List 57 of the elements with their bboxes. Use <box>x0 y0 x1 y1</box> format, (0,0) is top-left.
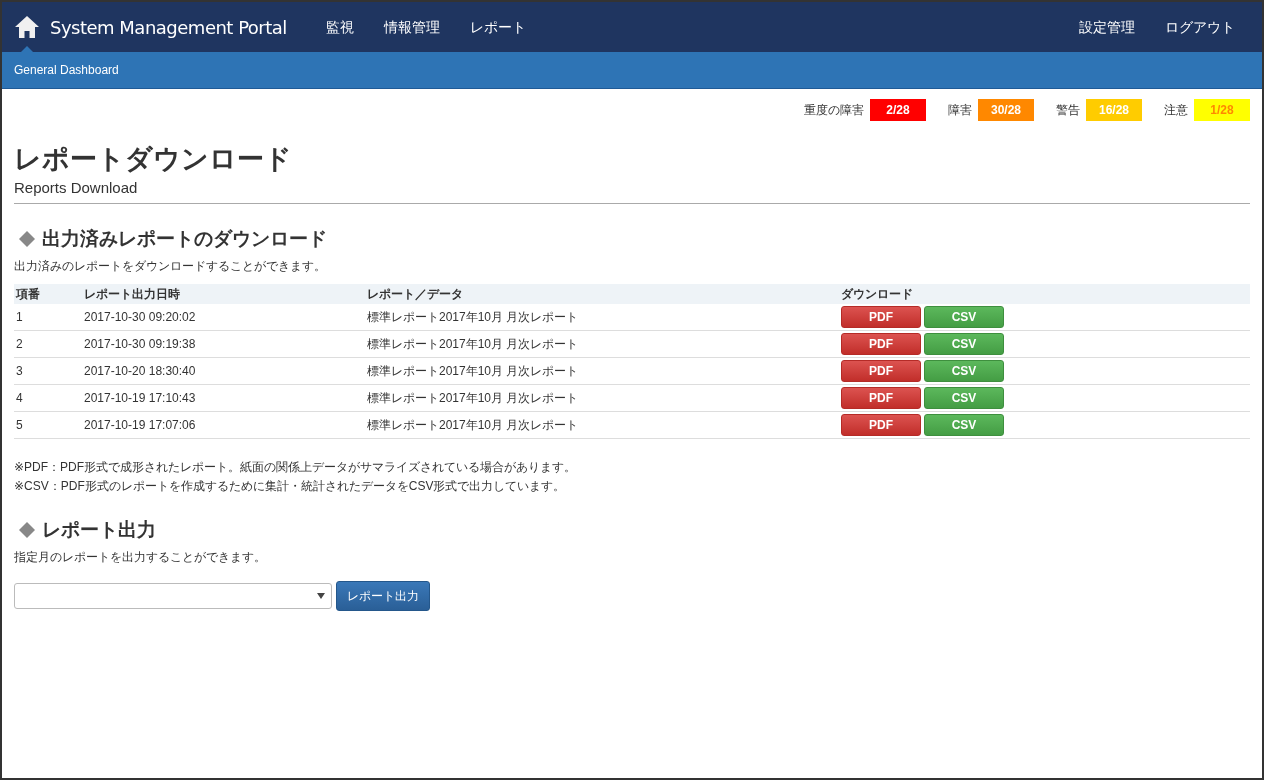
alert-count: 16/28 <box>1086 99 1142 121</box>
pdf-button[interactable]: PDF <box>841 387 921 409</box>
nav-link[interactable]: ログアウト <box>1150 2 1250 52</box>
section-heading: 出力済みレポートのダウンロード <box>42 227 327 251</box>
alert-count: 2/28 <box>870 99 926 121</box>
breadcrumb-title: General Dashboard <box>14 63 119 77</box>
pdf-button[interactable]: PDF <box>841 306 921 328</box>
csv-button[interactable]: CSV <box>924 306 1004 328</box>
section-heading: レポート出力 <box>42 518 156 542</box>
table-cell-text: 2 <box>16 337 24 351</box>
table-cell-text: 標準レポート2017年10月 月次レポート <box>367 389 580 407</box>
csv-button[interactable]: CSV <box>924 333 1004 355</box>
page-title: レポートダウンロード <box>14 143 293 176</box>
table-cell-text: 標準レポート2017年10月 月次レポート <box>367 308 580 326</box>
footnote: ※CSV：PDF形式のレポートを作成するために集計・統計されたデータをCSV形式で出力しています。 <box>14 478 567 495</box>
nav-link[interactable]: 情報管理 <box>368 2 455 52</box>
table-cell-text: 2017-10-19 17:10:43 <box>84 391 197 405</box>
home-icon[interactable] <box>14 15 40 39</box>
nav-link[interactable]: 設定管理 <box>1064 2 1150 52</box>
nav-link[interactable]: 監視 <box>310 2 369 52</box>
pdf-button[interactable]: PDF <box>841 333 921 355</box>
alert-label: 障害 <box>948 101 972 119</box>
column-header: レポート／データ <box>367 285 464 303</box>
column-header: レポート出力日時 <box>84 285 181 303</box>
table-cell-text: 5 <box>16 418 24 432</box>
table-cell-text: 2017-10-20 18:30:40 <box>84 364 197 378</box>
csv-button[interactable]: CSV <box>924 360 1004 382</box>
alert-label: 重度の障害 <box>804 101 864 119</box>
column-header: ダウンロード <box>841 285 914 303</box>
alert-label: 警告 <box>1056 101 1080 119</box>
table-cell-text: 標準レポート2017年10月 月次レポート <box>367 416 580 434</box>
pdf-button[interactable]: PDF <box>841 414 921 436</box>
alert-count: 1/28 <box>1194 99 1250 121</box>
page-subtitle: Reports Download <box>14 179 139 196</box>
alert-count: 30/28 <box>978 99 1034 121</box>
nav-link[interactable]: レポート <box>454 2 541 52</box>
section-description: 出力済みのレポートをダウンロードすることができます。 <box>14 258 327 275</box>
table-cell-text: 標準レポート2017年10月 月次レポート <box>367 362 580 380</box>
report-output-button[interactable]: レポート出力 <box>336 581 430 611</box>
alert-label: 注意 <box>1164 101 1188 119</box>
pdf-button[interactable]: PDF <box>841 360 921 382</box>
caret-icon <box>317 593 325 599</box>
table-cell-text: 2017-10-30 09:19:38 <box>84 337 197 351</box>
table-cell-text: 3 <box>16 364 24 378</box>
csv-button[interactable]: CSV <box>924 387 1004 409</box>
portal-title: System Management Portal <box>50 16 287 38</box>
csv-button[interactable]: CSV <box>924 414 1004 436</box>
table-cell-text: 2017-10-30 09:20:02 <box>84 310 197 324</box>
section-description: 指定月のレポートを出力することができます。 <box>14 549 267 566</box>
table-cell-text: 標準レポート2017年10月 月次レポート <box>367 335 580 353</box>
diamond-icon <box>18 230 36 248</box>
table-cell-text: 2017-10-19 17:07:06 <box>84 418 197 432</box>
footnote: ※PDF：PDF形式で成形されたレポート。紙面の関係上データがサマライズされている場合があります。 <box>14 459 578 476</box>
table-cell-text: 4 <box>16 391 24 405</box>
table-cell-text: 1 <box>16 310 24 324</box>
column-header: 項番 <box>16 285 41 303</box>
diamond-icon <box>18 521 36 539</box>
